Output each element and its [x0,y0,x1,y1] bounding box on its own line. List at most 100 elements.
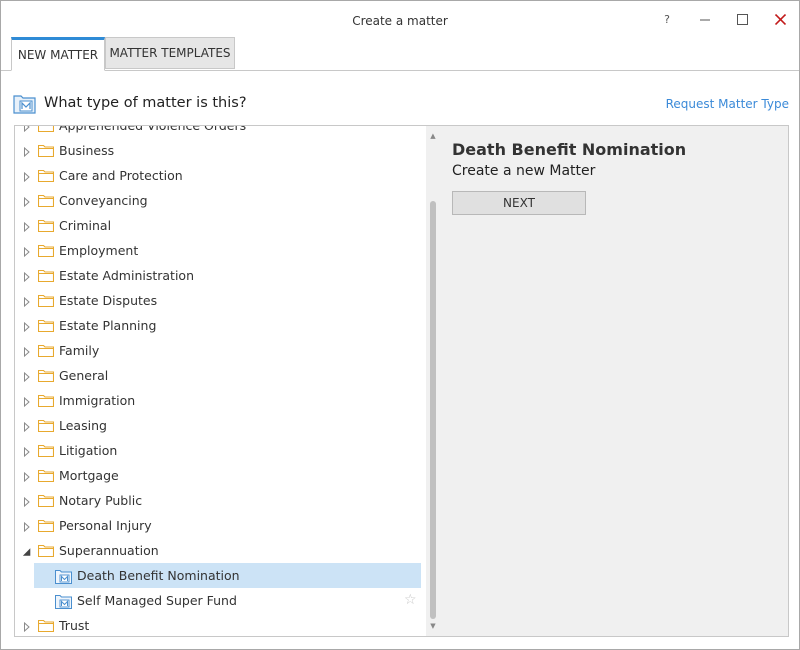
tree-category[interactable]: Conveyancing [15,188,421,213]
matter-icon [55,594,72,612]
tree-item-label: Estate Administration [59,268,195,283]
scroll-thumb[interactable] [430,201,436,619]
close-button[interactable] [765,7,795,31]
next-button[interactable]: NEXT [452,191,586,215]
minimize-button[interactable] [690,7,720,31]
scroll-down-arrow-icon[interactable]: ▼ [426,618,440,634]
collapsed-arrow-icon[interactable] [23,245,31,258]
folder-icon [37,126,55,135]
scroll-up-arrow-icon[interactable]: ▲ [426,128,440,144]
tree-category[interactable]: Litigation [15,438,421,463]
folder-icon [37,194,55,210]
tree-category[interactable]: Mortgage [15,463,421,488]
tree-matter-type[interactable]: Self Managed Super Fund ☆ [15,588,421,613]
folder-icon [37,269,55,285]
folder-icon [37,394,55,410]
matter-type-tree: Apprehended Violence Orders Business Care … [14,125,441,637]
tree-category[interactable]: General [15,363,421,388]
selected-matter-title: Death Benefit Nomination [452,140,687,159]
create-matter-window: Create a matter ? NEW MATTER MATTER TEMP… [0,0,800,650]
folder-icon [37,469,55,485]
tree-item-label: Family [59,343,100,358]
tree-item-label: Immigration [59,393,136,408]
folder-icon [37,369,55,385]
collapsed-arrow-icon[interactable] [23,345,31,358]
collapsed-arrow-icon[interactable] [23,195,31,208]
tab-bar: NEW MATTER MATTER TEMPLATES [1,37,799,71]
minimize-icon [700,19,710,21]
matter-icon [55,569,72,587]
tree-item-label: Apprehended Violence Orders [59,125,247,133]
collapsed-arrow-icon[interactable] [23,270,31,283]
expanded-arrow-icon[interactable] [22,545,31,556]
maximize-button[interactable] [727,7,757,31]
collapsed-arrow-icon[interactable] [23,295,31,308]
title-bar: Create a matter ? [1,1,799,37]
tree-scrollbar[interactable]: ▲ ▼ [426,126,440,636]
folder-icon [37,619,55,635]
collapsed-arrow-icon[interactable] [23,620,31,633]
tree-matter-type[interactable]: Death Benefit Nomination [34,563,421,588]
tree-item-label: Mortgage [59,468,119,483]
folder-icon [37,169,55,185]
help-button[interactable]: ? [652,7,682,31]
tree-category[interactable]: Estate Administration [15,263,421,288]
tree-category[interactable]: Business [15,138,421,163]
tree-item-label: Estate Planning [59,318,157,333]
selected-matter-subtitle: Create a new Matter [452,163,596,179]
tree-category[interactable]: Family [15,338,421,363]
tree-category[interactable]: Estate Planning [15,313,421,338]
collapsed-arrow-icon[interactable] [23,470,31,483]
collapsed-arrow-icon[interactable] [23,170,31,183]
matter-detail-panel: Death Benefit Nomination Create a new Ma… [440,125,789,637]
folder-icon [37,244,55,260]
folder-icon [37,219,55,235]
tree-category[interactable]: Superannuation [15,538,421,563]
tree-item-label: Death Benefit Nomination [77,568,240,583]
tree-item-label: General [59,368,109,383]
tree-category[interactable]: Notary Public [15,488,421,513]
tab-new-matter[interactable]: NEW MATTER [11,37,105,71]
folder-icon [37,319,55,335]
favorite-star-icon[interactable]: ☆ [404,592,417,608]
collapsed-arrow-icon[interactable] [23,395,31,408]
tree-item-label: Conveyancing [59,193,148,208]
tree-item-label: Estate Disputes [59,293,158,308]
folder-icon [37,444,55,460]
collapsed-arrow-icon[interactable] [23,145,31,158]
tree-category[interactable]: Personal Injury [15,513,421,538]
close-icon [774,13,786,25]
tree-item-label: Business [59,143,115,158]
folder-icon [37,419,55,435]
tree-category[interactable]: Leasing [15,413,421,438]
tree-item-label: Self Managed Super Fund [77,593,237,608]
tree-category[interactable]: Care and Protection [15,163,421,188]
tree-category[interactable]: Employment [15,238,421,263]
tree-category[interactable]: Immigration [15,388,421,413]
collapsed-arrow-icon[interactable] [23,320,31,333]
tree-category[interactable]: Estate Disputes [15,288,421,313]
tree-category-partial[interactable]: Apprehended Violence Orders [15,125,421,138]
tree-category[interactable]: Criminal [15,213,421,238]
matter-type-question: What type of matter is this? [44,95,247,111]
tree-item-label: Trust [59,618,90,633]
folder-icon [37,144,55,160]
tree-item-label: Litigation [59,443,118,458]
tree-category[interactable]: Trust [15,613,421,636]
collapsed-arrow-icon[interactable] [23,370,31,383]
matter-type-header: What type of matter is this? Request Mat… [13,93,789,115]
tree-item-label: Notary Public [59,493,143,508]
folder-icon [37,544,55,560]
collapsed-arrow-icon[interactable] [23,126,31,133]
request-matter-type-link[interactable]: Request Matter Type [666,97,789,111]
folder-icon [37,294,55,310]
collapsed-arrow-icon[interactable] [23,495,31,508]
tree-item-label: Criminal [59,218,112,233]
collapsed-arrow-icon[interactable] [23,520,31,533]
tab-matter-templates[interactable]: MATTER TEMPLATES [105,37,235,69]
tree-item-label: Personal Injury [59,518,152,533]
collapsed-arrow-icon[interactable] [23,220,31,233]
tree-item-label: Employment [59,243,139,258]
collapsed-arrow-icon[interactable] [23,445,31,458]
collapsed-arrow-icon[interactable] [23,420,31,433]
